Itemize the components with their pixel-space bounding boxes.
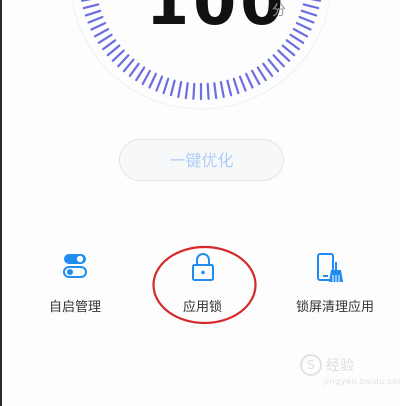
gauge-tick (289, 33, 305, 44)
gauge-tick (141, 69, 151, 86)
gauge-tick (90, 22, 107, 31)
gauge-tick (292, 28, 309, 38)
gauge-tick (298, 15, 315, 24)
gauge-tick (169, 79, 176, 97)
gauge-tick (148, 72, 157, 89)
watermark-subtext: jingyan.baidu.com (324, 377, 400, 386)
gauge-tick (232, 77, 240, 95)
gauge-tick (177, 80, 183, 99)
gauge-tick (206, 82, 210, 100)
watermark: S 经验 jingyan.baidu.com (296, 352, 400, 396)
gauge-tick (155, 75, 164, 92)
watermark-text: 经验 (326, 358, 354, 374)
gauge-tick (295, 22, 312, 31)
gauge-tick (106, 44, 121, 57)
gauge-tick (122, 58, 135, 73)
gauge-tick (219, 80, 225, 99)
score-value: 100 (146, 0, 288, 39)
gauge-tick (84, 9, 102, 17)
gauge-tick (277, 49, 291, 62)
gauge-tick (97, 33, 113, 44)
gauge-tick (192, 82, 196, 100)
gauge-tick (93, 28, 110, 38)
feature-label-app-lock: 应用锁 (182, 300, 222, 315)
gauge-tick (238, 75, 247, 92)
padlock-icon (192, 253, 214, 281)
gauge-tick (272, 54, 285, 68)
gauge-tick (302, 3, 320, 10)
gauge-tick (285, 39, 300, 51)
score-unit: 分 (272, 3, 286, 19)
gauge-tick (162, 77, 170, 95)
feature-label-auto-start: 自启管理 (48, 300, 101, 315)
gauge-tick (262, 62, 274, 78)
phone-broom-icon (317, 253, 343, 282)
gauge-tick (184, 82, 189, 100)
feature-label-lockscreen-clean: 锁屏清理应用 (295, 300, 374, 315)
watermark-logo: S (300, 354, 322, 376)
gauge-tick (82, 3, 100, 10)
gauge-tick (281, 44, 296, 57)
one-click-optimize-button[interactable]: 一键优化 (119, 139, 284, 181)
phone-manager-screen: 100 分 一键优化 自启管理 应用锁 锁屏清理应用 S 经验 jingyan.… (0, 0, 400, 406)
gauge-tick (251, 69, 261, 86)
gauge-tick (310, 0, 321, 2)
gauge-tick (226, 79, 233, 97)
toggle-switches-icon (63, 254, 87, 278)
gauge-tick (80, 0, 92, 2)
gauge-tick (300, 9, 318, 17)
gauge-tick (267, 58, 280, 73)
gauge-tick (101, 39, 117, 51)
gauge-tick (213, 82, 218, 100)
gauge-tick (256, 66, 267, 82)
gauge-tick (135, 66, 146, 82)
gauge-tick (117, 54, 130, 68)
gauge-tick (245, 72, 254, 89)
gauge-tick (111, 49, 125, 62)
gauge-tick (128, 62, 140, 78)
gauge-tick (87, 15, 104, 24)
